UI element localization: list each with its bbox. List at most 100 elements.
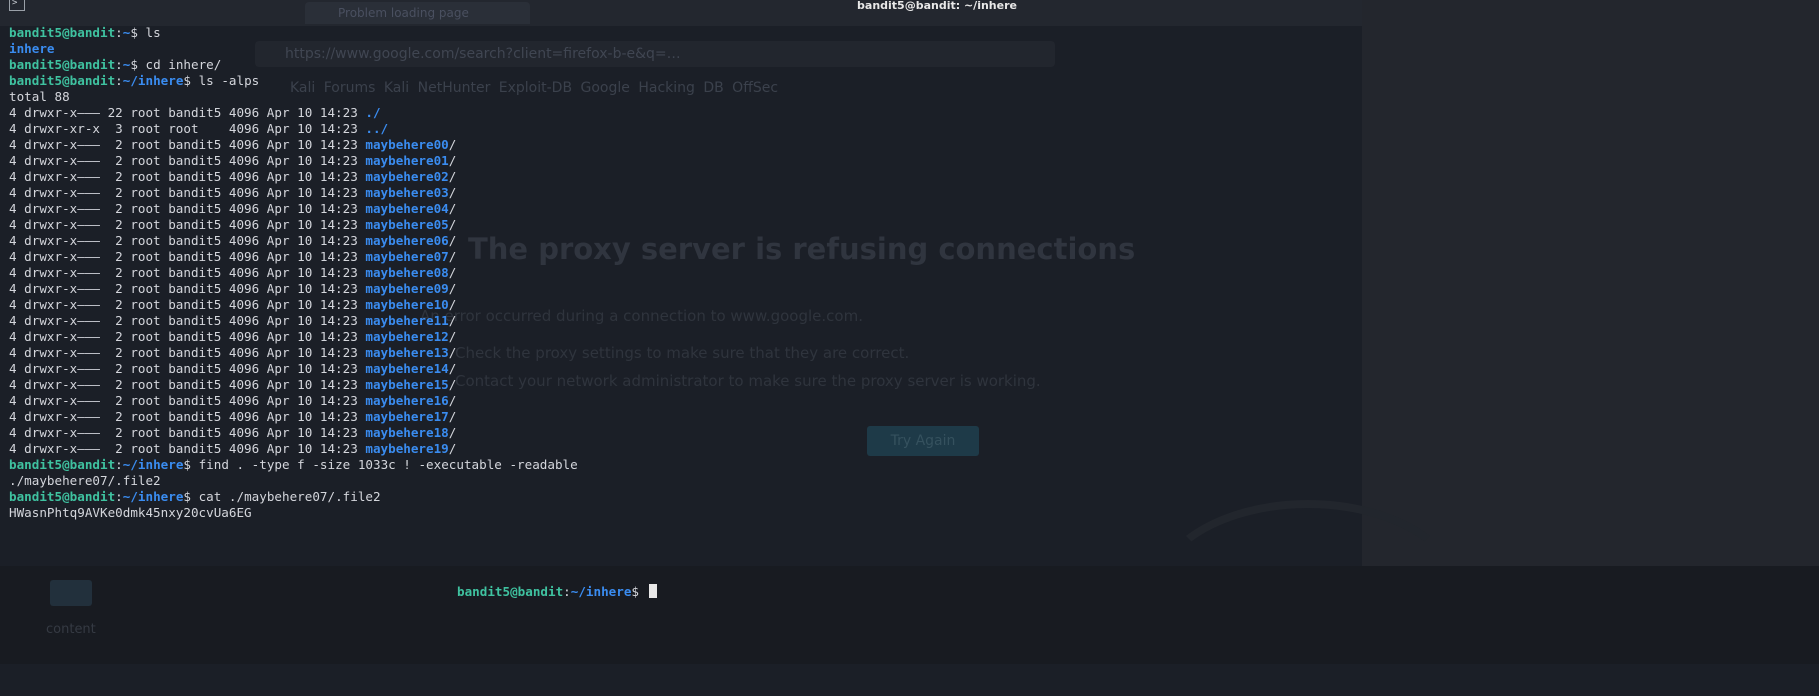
listing-row: 4 drwxr-x——— 2 root bandit5 4096 Apr 10 … xyxy=(9,393,578,409)
directory-name: maybehere06 xyxy=(365,233,449,248)
background-content-label: content xyxy=(46,622,96,637)
listing-row: 4 drwxr-x——— 22 root bandit5 4096 Apr 10… xyxy=(9,105,578,121)
prompt-path: ~/inhere xyxy=(122,457,184,472)
active-prompt[interactable]: bandit5@bandit:~/inhere$ xyxy=(457,584,657,600)
listing-row-meta: 4 drwxr-x——— 2 root bandit5 4096 Apr 10 … xyxy=(9,329,366,344)
prompt-user-host: bandit5@bandit xyxy=(9,25,116,40)
terminal-line: bandit5@bandit:~$ ls xyxy=(9,25,578,41)
directory-slash: / xyxy=(448,313,457,328)
prompt-path: ~/inhere xyxy=(122,489,184,504)
prompt-user-host: bandit5@bandit xyxy=(9,73,116,88)
prompt-colon: : xyxy=(115,25,123,40)
directory-slash: / xyxy=(448,137,457,152)
directory-slash: / xyxy=(448,217,457,232)
directory-name: maybehere08 xyxy=(365,265,449,280)
listing-row: 4 drwxr-x——— 2 root bandit5 4096 Apr 10 … xyxy=(9,409,578,425)
directory-slash: / xyxy=(448,425,457,440)
directory-slash: / xyxy=(448,265,457,280)
listing-row: 4 drwxr-x——— 2 root bandit5 4096 Apr 10 … xyxy=(9,313,578,329)
terminal-line: bandit5@bandit:~/inhere$ ls -alps xyxy=(9,73,578,89)
prompt-dollar: $ xyxy=(130,57,146,72)
directory-name: maybehere09 xyxy=(365,281,449,296)
listing-row: 4 drwxr-x——— 2 root bandit5 4096 Apr 10 … xyxy=(9,361,578,377)
find-output: ./maybehere07/.file2 xyxy=(9,473,161,488)
directory-name: maybehere10 xyxy=(365,297,449,312)
listing-row-meta: 4 drwxr-x——— 2 root bandit5 4096 Apr 10 … xyxy=(9,201,366,216)
listing-row: 4 drwxr-x——— 2 root bandit5 4096 Apr 10 … xyxy=(9,329,578,345)
command-text: ls -alps xyxy=(198,73,260,88)
directory-slash: / xyxy=(448,249,457,264)
command-text: ls xyxy=(145,25,161,40)
directory-slash: / xyxy=(448,185,457,200)
prompt-path: ~/inhere xyxy=(570,584,632,599)
directory-slash: / xyxy=(448,169,457,184)
listing-row-meta: 4 drwxr-x——— 2 root bandit5 4096 Apr 10 … xyxy=(9,441,366,456)
listing-row: 4 drwxr-x——— 2 root bandit5 4096 Apr 10 … xyxy=(9,297,578,313)
directory-name: maybehere18 xyxy=(365,425,449,440)
terminal-output[interactable]: bandit5@bandit:~$ ls inhere bandit5@band… xyxy=(9,25,578,521)
directory-name: maybehere17 xyxy=(365,409,449,424)
directory-slash: / xyxy=(448,345,457,360)
directory-name: maybehere05 xyxy=(365,217,449,232)
directory-name: ../ xyxy=(365,121,389,136)
listing-row-meta: 4 drwxr-x——— 2 root bandit5 4096 Apr 10 … xyxy=(9,377,366,392)
directory-name: maybehere12 xyxy=(365,329,449,344)
terminal-line: bandit5@bandit:~$ cd inhere/ xyxy=(9,57,578,73)
command-text: cd inhere/ xyxy=(145,57,222,72)
prompt-dollar: $ xyxy=(183,489,199,504)
directory-slash: / xyxy=(448,233,457,248)
listing-row-meta: 4 drwxr-x——— 2 root bandit5 4096 Apr 10 … xyxy=(9,185,366,200)
prompt-colon: : xyxy=(115,57,123,72)
directory-name: maybehere07 xyxy=(365,249,449,264)
prompt-user-host: bandit5@bandit xyxy=(9,489,116,504)
listing-row-meta: 4 drwxr-x——— 2 root bandit5 4096 Apr 10 … xyxy=(9,297,366,312)
listing-row-meta: 4 drwxr-x——— 2 root bandit5 4096 Apr 10 … xyxy=(9,233,366,248)
window-title: bandit5@bandit: ~/inhere xyxy=(857,0,1017,12)
listing-row-meta: 4 drwxr-x——— 2 root bandit5 4096 Apr 10 … xyxy=(9,169,366,184)
directory-slash: / xyxy=(448,441,457,456)
directory-slash: / xyxy=(448,281,457,296)
listing-row: 4 drwxr-x——— 2 root bandit5 4096 Apr 10 … xyxy=(9,233,578,249)
directory-name: maybehere11 xyxy=(365,313,449,328)
directory-slash: / xyxy=(448,297,457,312)
directory-name: ./ xyxy=(365,105,381,120)
background-right-pane xyxy=(1362,0,1819,566)
terminal-line: bandit5@bandit:~/inhere$ find . -type f … xyxy=(9,457,578,473)
directory-name: maybehere03 xyxy=(365,185,449,200)
directory-name: maybehere02 xyxy=(365,169,449,184)
background-swoosh xyxy=(1150,500,1466,696)
directory-name: maybehere13 xyxy=(365,345,449,360)
listing-row: 4 drwxr-x——— 2 root bandit5 4096 Apr 10 … xyxy=(9,217,578,233)
text-cursor[interactable] xyxy=(648,584,657,598)
listing-row: 4 drwxr-x——— 2 root bandit5 4096 Apr 10 … xyxy=(9,377,578,393)
prompt-dollar: $ xyxy=(631,584,647,599)
listing-row-meta: 4 drwxr-x——— 2 root bandit5 4096 Apr 10 … xyxy=(9,409,366,424)
directory-name: inhere xyxy=(9,41,55,56)
prompt-user-host: bandit5@bandit xyxy=(9,57,116,72)
listing-row-meta: 4 drwxr-x——— 2 root bandit5 4096 Apr 10 … xyxy=(9,345,366,360)
listing-row: 4 drwxr-x——— 2 root bandit5 4096 Apr 10 … xyxy=(9,169,578,185)
listing-row-meta: 4 drwxr-x——— 2 root bandit5 4096 Apr 10 … xyxy=(9,249,366,264)
listing-row: 4 drwxr-x——— 2 root bandit5 4096 Apr 10 … xyxy=(9,249,578,265)
directory-slash: / xyxy=(448,329,457,344)
directory-name: maybehere19 xyxy=(365,441,449,456)
directory-slash: / xyxy=(448,201,457,216)
listing-row-meta: 4 drwxr-x——— 2 root bandit5 4096 Apr 10 … xyxy=(9,361,366,376)
prompt-colon: : xyxy=(115,73,123,88)
directory-listing: 4 drwxr-x——— 2 root bandit5 4096 Apr 10 … xyxy=(9,137,578,457)
prompt-user-host: bandit5@bandit xyxy=(457,584,564,599)
directory-name: maybehere15 xyxy=(365,377,449,392)
browser-try-again-button: Try Again xyxy=(867,426,979,456)
directory-name: maybehere04 xyxy=(365,201,449,216)
listing-row: 4 drwxr-x——— 2 root bandit5 4096 Apr 10 … xyxy=(9,201,578,217)
directory-slash: / xyxy=(448,361,457,376)
directory-slash: / xyxy=(448,153,457,168)
prompt-colon: : xyxy=(115,457,123,472)
prompt-dollar: $ xyxy=(130,25,146,40)
directory-slash: / xyxy=(448,393,457,408)
listing-row-meta: 4 drwxr-x——— 2 root bandit5 4096 Apr 10 … xyxy=(9,217,366,232)
listing-row-meta: 4 drwxr-x——— 2 root bandit5 4096 Apr 10 … xyxy=(9,313,366,328)
prompt-dollar: $ xyxy=(183,73,199,88)
listing-row: 4 drwxr-x——— 2 root bandit5 4096 Apr 10 … xyxy=(9,185,578,201)
terminal-line: total 88 xyxy=(9,89,70,104)
